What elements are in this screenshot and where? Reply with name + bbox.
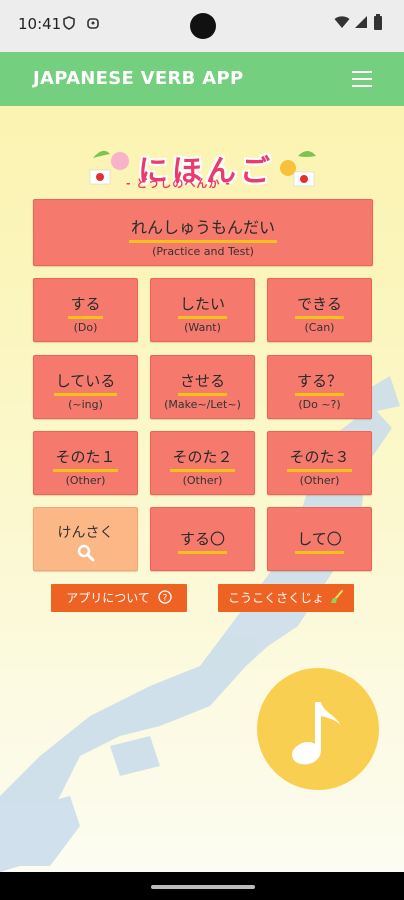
verb-jp-label: している (53, 370, 118, 396)
verb-button-suru[interactable]: する (Do) (33, 278, 138, 342)
remove-ads-button[interactable]: こうこくさくじょ (218, 584, 354, 612)
verb-en-label: (Other) (65, 474, 106, 487)
verb-button-shitai[interactable]: したい (Want) (150, 278, 255, 342)
camera-cutout (190, 13, 216, 39)
verb-en-label: (Other) (299, 474, 340, 487)
signal-icon (355, 16, 367, 28)
practice-en-label: (Practice and Test) (152, 245, 254, 258)
search-button[interactable]: けんさく (33, 507, 138, 571)
verb-en-label: (~ing) (68, 398, 103, 411)
app-bar: JAPANESE VERB APP (0, 52, 404, 106)
verb-button-saseru[interactable]: させる (Make~/Let~) (150, 355, 255, 419)
verb-jp-label: そのた２ (170, 446, 235, 472)
wifi-icon (334, 16, 350, 28)
phone-screen: 10:41 JAPANESE VERB APP にほんご - どうしのへんか -… (0, 0, 404, 900)
verb-button-shite-circle[interactable]: して〇 (267, 507, 372, 571)
verb-button-sonota-3[interactable]: そのた３ (Other) (267, 431, 372, 495)
svg-text:?: ? (162, 594, 167, 604)
verb-jp-label: したい (177, 293, 227, 319)
verb-button-suru-question[interactable]: する？ (Do ~?) (267, 355, 372, 419)
verb-en-label: (Can) (304, 321, 335, 334)
remove-ads-label: こうこくさくじょ (228, 591, 325, 605)
verb-button-dekiru[interactable]: できる (Can) (267, 278, 372, 342)
shield-icon (63, 16, 75, 30)
music-fab-button[interactable] (257, 668, 379, 790)
help-circle-icon: ? (158, 590, 172, 604)
verb-button-suru-circle[interactable]: する〇 (150, 507, 255, 571)
verb-en-label: (Want) (184, 321, 221, 334)
app-title: JAPANESE VERB APP (33, 68, 244, 89)
home-gesture-pill[interactable] (151, 885, 255, 889)
verb-jp-label: する？ (294, 370, 344, 396)
hamburger-menu-icon[interactable] (352, 71, 372, 87)
music-note-icon (292, 702, 341, 765)
system-nav-bar (0, 872, 404, 900)
verb-jp-label: できる (295, 293, 344, 319)
verb-button-shiteiru[interactable]: している (~ing) (33, 355, 138, 419)
verb-en-label: (Make~/Let~) (164, 398, 241, 411)
status-bar: 10:41 (0, 0, 404, 52)
practice-jp-label: れんしゅうもんだい (128, 214, 277, 243)
broom-icon (330, 590, 343, 603)
about-label: アプリについて (66, 591, 150, 605)
magnifier-icon (77, 544, 94, 562)
verb-jp-label: そのた１ (53, 446, 118, 472)
about-app-button[interactable]: アプリについて ? (51, 584, 187, 612)
verb-button-sonota-1[interactable]: そのた１ (Other) (33, 431, 138, 495)
status-time: 10:41 (18, 15, 62, 33)
verb-jp-label: する (68, 293, 103, 319)
verb-en-label: (Do) (73, 321, 98, 334)
verb-en-label: (Other) (182, 474, 223, 487)
verb-jp-label: そのた３ (287, 446, 352, 472)
practice-test-button[interactable]: れんしゅうもんだい (Practice and Test) (33, 199, 373, 266)
search-label: けんさく (57, 525, 114, 541)
logo-subtitle: - どうしのへんか - (126, 177, 231, 190)
verb-jp-label: させる (177, 370, 227, 396)
verb-jp-label: して〇 (295, 528, 344, 554)
verb-button-sonota-2[interactable]: そのた２ (Other) (150, 431, 255, 495)
notification-icon (87, 18, 99, 29)
verb-en-label: (Do ~?) (298, 398, 341, 411)
verb-jp-label: する〇 (177, 528, 227, 554)
battery-icon (374, 14, 382, 30)
